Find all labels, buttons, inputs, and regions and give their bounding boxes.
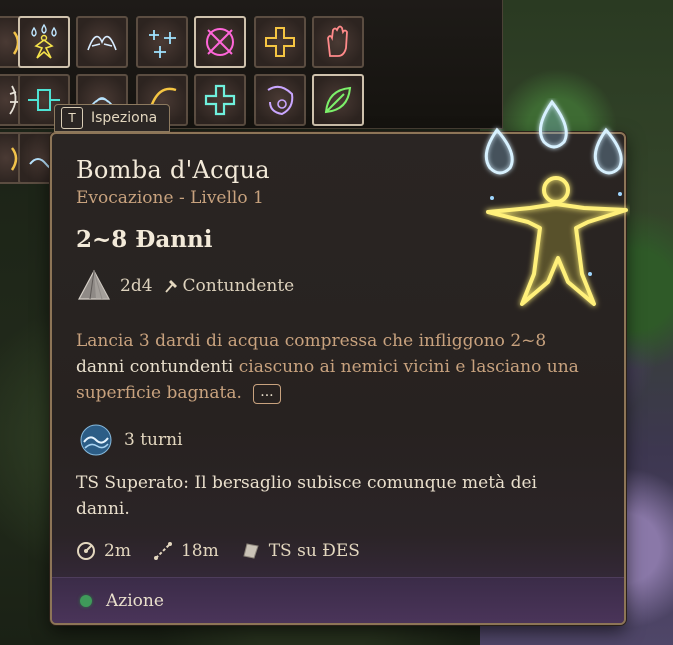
bludgeoning-icon (164, 280, 177, 293)
action-label: Azione (106, 590, 164, 611)
hotbar-slot-water-bomb[interactable] (18, 16, 70, 68)
shield-icon (243, 543, 259, 559)
open-hand-icon (327, 25, 348, 57)
more-button[interactable]: ... (253, 383, 281, 404)
inspect-prompt[interactable]: T Ispeziona (54, 104, 171, 132)
saving-throw-text: TS Superato: Il bersaglio subisce comunq… (76, 473, 537, 519)
crossed-circle-icon (206, 28, 234, 56)
wet-surface-icon (80, 424, 112, 456)
description-part1: Lancia 3 dardi di acqua compressa che in… (76, 331, 547, 351)
stat-save-value: TS su ĐES (268, 541, 360, 561)
stat-area: 2m (76, 541, 131, 561)
action-cost-bar: Azione (52, 577, 624, 623)
hotbar-slot-open-hand[interactable] (312, 16, 364, 68)
spell-damage: 2~8 Đanni (76, 226, 213, 253)
stat-area-value: 2m (104, 541, 131, 561)
stat-range: 18m (153, 541, 219, 561)
spell-description: Lancia 3 dardi di acqua compressa che in… (76, 328, 596, 406)
stat-save: TS su ĐES (241, 541, 360, 561)
inspect-key: T (61, 107, 83, 129)
water-bomb-spell-art-icon (484, 99, 628, 306)
hotbar-slot-sparkle-stars[interactable] (136, 16, 188, 68)
water-drops-figure-icon (31, 23, 57, 59)
range-icon (153, 542, 172, 560)
dice-row: 2d4 Contundente (76, 268, 294, 304)
hotbar-slot-glowing-cross[interactable] (194, 74, 246, 126)
area-radius-icon (77, 542, 95, 560)
hotbar-slot-golden-cross[interactable] (254, 16, 306, 68)
hotbar-slot-green-leaf[interactable] (312, 74, 364, 126)
spell-school-level: Evocazione - Livello 1 (76, 188, 264, 208)
inspect-label: Ispeziona (91, 110, 158, 126)
green-leaf-icon (324, 86, 352, 114)
stat-range-value: 18m (180, 541, 219, 561)
spell-stats: 2m 18m TS su ĐES (76, 541, 360, 561)
glowing-cross-icon (204, 84, 236, 116)
action-dot-icon (80, 594, 92, 607)
feather-wings-icon (87, 35, 117, 51)
duration-row: 3 turni (78, 422, 183, 458)
dice-value: 2d4 (120, 276, 153, 296)
spell-name: Bomba d'Acqua (76, 156, 270, 184)
skull-flame-icon (267, 85, 294, 116)
damage-type: Contundente (182, 276, 295, 296)
duration-text: 3 turni (124, 430, 183, 450)
golden-cross-icon (265, 27, 295, 57)
hotbar-slot-skull-flame[interactable] (254, 74, 306, 126)
d4-dice-icon (77, 269, 111, 300)
sparkle-stars-icon (149, 30, 176, 58)
hotbar-slot-feather-wings[interactable] (76, 16, 128, 68)
description-part2: danni contundenti (76, 357, 234, 377)
hotbar-slot-crossed-circle[interactable] (194, 16, 246, 68)
